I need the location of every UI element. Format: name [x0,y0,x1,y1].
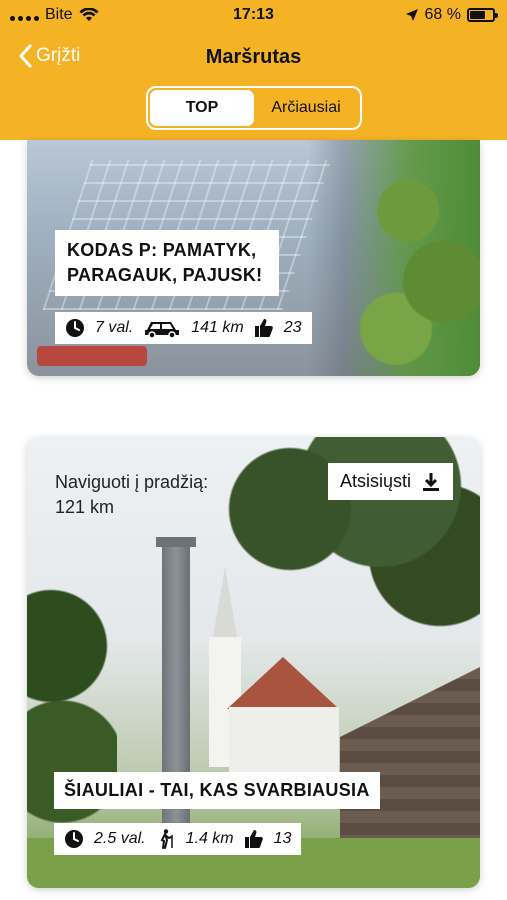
clock-icon [66,319,84,337]
route-duration: 7 val. [95,319,134,336]
download-icon [423,472,439,491]
route-meta: 7 val. 141 km 23 [55,312,312,344]
battery-icon [467,8,498,22]
route-distance: 1.4 km [185,830,234,847]
route-title: KODAS P: PAMATYK, PARAGAUK, PAJUSK! [55,230,279,297]
download-label: Atsisiųsti [339,471,411,491]
header-bar: Bite 17:13 68 % Grįžti Maršrutas TOP Arč… [0,0,507,140]
route-distance: 141 km [191,319,244,336]
route-likes: 13 [273,830,292,847]
location-arrow-icon [405,9,418,21]
clock-icon [65,830,83,848]
thumbs-up-icon [254,319,273,337]
route-likes: 23 [283,319,302,336]
tab-nearest[interactable]: Arčiausiai [254,90,358,126]
hiking-icon [160,829,173,849]
segmented-control: TOP Arčiausiai [146,86,362,130]
route-card[interactable]: Naviguoti į pradžią: 121 km Atsisiųsti Š… [27,437,480,888]
thumbs-up-icon [244,830,263,848]
route-meta: 2.5 val. 1.4 km 13 [54,823,302,855]
download-button[interactable]: Atsisiųsti [327,463,453,500]
battery-percent: 68 % [424,6,461,23]
status-bar: Bite 17:13 68 % [0,0,507,32]
car-icon [145,322,180,338]
tab-top[interactable]: TOP [150,90,254,126]
route-duration: 2.5 val. [94,830,146,847]
route-title: ŠIAULIAI - TAI, KAS SVARBIAUSIA [54,772,380,809]
route-card[interactable]: KODAS P: PAMATYK, PARAGAUK, PAJUSK! 7 va… [27,140,480,376]
page-title: Maršrutas [205,46,302,68]
navigate-to-start: Naviguoti į pradžią: 121 km [55,472,209,518]
